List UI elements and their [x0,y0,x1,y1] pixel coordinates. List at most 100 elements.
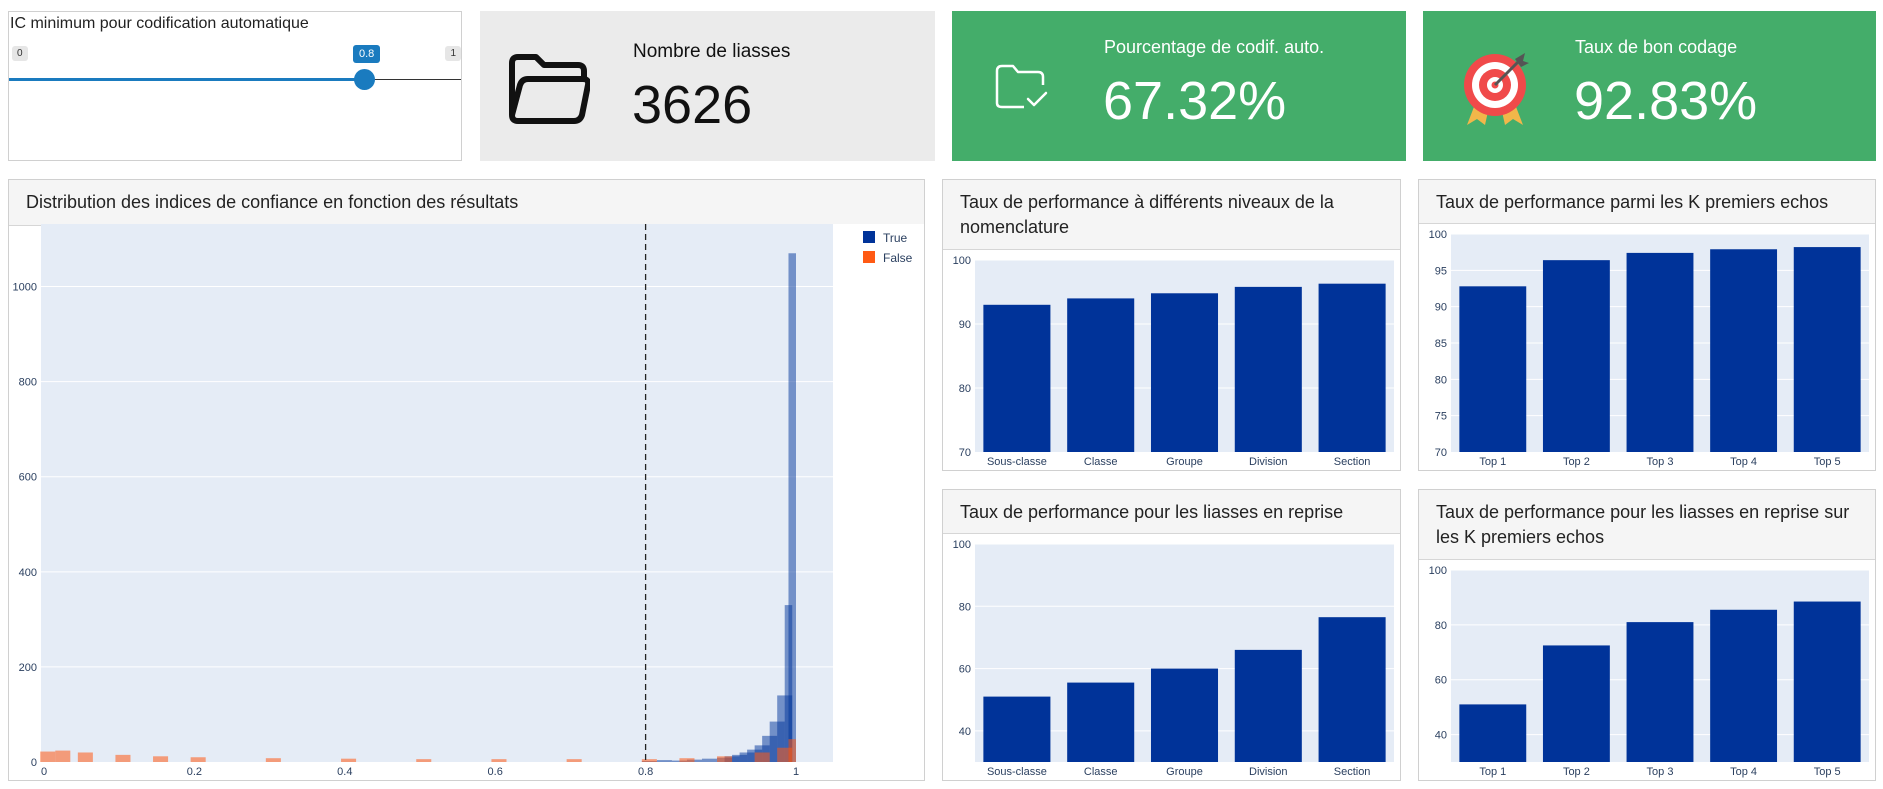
reprise-levels-bar-chart: 40 60 80 100 Sous-classe Classe Groupe Division… [953,539,1394,778]
target-icon [1459,51,1531,134]
histogram-bar [190,757,206,762]
slider-track-empty [365,79,461,80]
y-tick-label: 60 [1435,675,1447,687]
histogram-bar [77,752,93,762]
x-tick-label: Top 4 [1730,456,1757,468]
bar [1793,247,1861,452]
x-tick-label: Division [1249,456,1288,468]
panel-title: Taux de performance pour les liasses en … [1419,490,1875,560]
bar [1318,617,1386,762]
slider-track-filled [9,78,365,81]
card-value: 67.32% [1103,71,1287,131]
panel-title: Taux de performance à différents niveaux… [943,180,1400,250]
histogram-bar [265,758,281,762]
reprise-topk-bar-chart: 40 60 80 100 Top 1 Top 2 Top 3 Top 4 Top 5 [1429,565,1869,778]
bar [1067,298,1135,452]
x-tick-label: Sous-classe [987,766,1047,778]
x-tick-label: Top 2 [1563,456,1590,468]
bar [983,696,1051,762]
levels-bar-chart: 70 80 90 100 Sous-classe Classe Groupe Division… [953,255,1394,468]
histogram-bar [566,759,582,762]
y-tick-label: 40 [1435,730,1447,742]
confidence-slider-panel: IC minimum pour codification automatique… [8,11,462,161]
bar [1234,649,1302,762]
y-tick-label: 75 [1435,411,1447,423]
x-tick-label: 0 [41,766,47,778]
y-tick-label: 40 [959,726,971,738]
bar [983,304,1051,452]
histogram-bar [40,751,56,762]
x-tick-label: Top 4 [1730,766,1757,778]
y-tick-label: 100 [953,539,971,551]
x-tick-label: 0.8 [638,766,653,778]
legend-label: False [883,251,913,265]
x-tick-label: Classe [1084,456,1118,468]
y-tick-label: 200 [19,662,37,674]
legend-swatch [863,231,875,243]
bar [1234,286,1302,452]
histogram-bar [115,754,131,762]
legend-swatch [863,251,875,263]
x-tick-label: Top 2 [1563,766,1590,778]
card-liasses: Nombre de liasses 3626 [480,11,935,161]
y-tick-label: 600 [19,472,37,484]
levels-panel: Taux de performance à différents niveaux… [942,179,1401,471]
legend-label: True [883,231,908,245]
x-tick-label: Groupe [1166,456,1203,468]
bar [1459,704,1527,762]
y-tick-label: 80 [1435,620,1447,632]
y-tick-label: 80 [959,601,971,613]
slider-min-label: 0 [12,46,28,61]
x-tick-label: Classe [1084,766,1118,778]
histogram-panel: Distribution des indices de confiance en… [8,179,925,781]
histogram-bar [679,758,695,762]
y-tick-label: 80 [1435,374,1447,386]
x-tick-label: Groupe [1166,766,1203,778]
x-tick-label: Top 3 [1647,456,1674,468]
histogram-chart: 0 200 400 600 800 1000 0 0.2 0.4 0.6 0.8 1 True False [13,224,924,778]
x-tick-label: Top 5 [1814,766,1841,778]
y-tick-label: 60 [959,664,971,676]
y-tick-label: 800 [19,377,37,389]
bar [1710,249,1778,452]
y-tick-label: 100 [1429,229,1447,241]
slider-handle[interactable] [354,69,375,90]
folder-icon [506,53,592,130]
card-title: Pourcentage de codif. auto. [1104,37,1325,57]
card-codif-auto: Pourcentage de codif. auto. 67.32% [952,11,1406,161]
bar [1318,283,1386,452]
slider-value-badge: 0.8 [353,45,381,63]
y-tick-label: 0 [31,757,37,769]
card-value: 92.83% [1574,71,1758,131]
x-tick-label: Top 1 [1479,766,1506,778]
histogram-bar [788,253,796,762]
histogram-bar [641,759,657,762]
card-value: 3626 [632,75,753,135]
histogram-bar [416,759,432,762]
bar [1626,622,1694,762]
slider-max-label: 1 [445,46,461,61]
y-tick-label: 400 [19,567,37,579]
histogram-bar [491,759,507,762]
x-tick-label: Section [1334,456,1371,468]
histogram-bar [55,750,71,762]
histogram-bar [788,739,796,762]
histogram-bar [717,756,733,762]
panel-title: Distribution des indices de confiance en… [9,180,924,226]
card-title: Taux de bon codage [1575,37,1738,57]
y-tick-label: 95 [1435,265,1447,277]
x-tick-label: Top 3 [1647,766,1674,778]
y-tick-label: 90 [1435,302,1447,314]
x-tick-label: Top 1 [1479,456,1506,468]
bar [1067,682,1135,762]
bar [1793,601,1861,762]
topk-bar-chart: 70 75 80 85 90 95 100 Top 1 Top 2 Top 3 Top 4 Top 5 [1429,229,1869,468]
x-tick-label: 0.6 [488,766,503,778]
bar [1542,260,1610,452]
x-tick-label: 0.4 [337,766,352,778]
y-tick-label: 90 [959,319,971,331]
y-tick-label: 70 [959,447,971,459]
topk-panel: Taux de performance parmi les K premiers… [1418,179,1876,471]
bar [1459,286,1527,452]
histogram-bar [341,758,357,762]
